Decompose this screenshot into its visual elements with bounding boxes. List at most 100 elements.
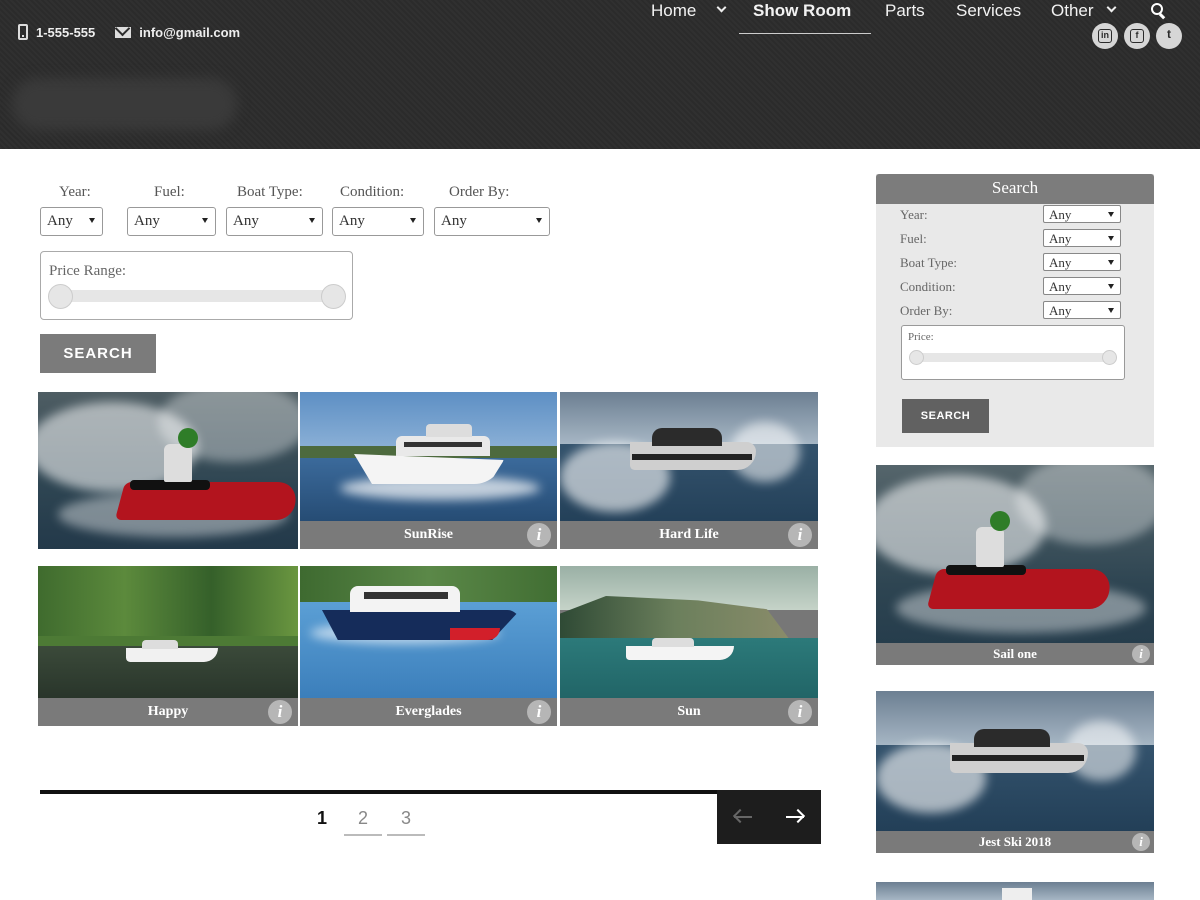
prev-page-button[interactable]	[717, 790, 769, 844]
page-1[interactable]: 1	[303, 808, 341, 834]
sidebar-fuel-label: Fuel:	[900, 231, 927, 246]
boat-photo	[876, 465, 1154, 665]
condition-select[interactable]: Any	[332, 207, 424, 236]
nav-label: Show Room	[753, 1, 852, 20]
chevron-down-icon	[1106, 2, 1116, 13]
sidebar-search-button[interactable]: SEARCH	[902, 399, 989, 433]
fuel-select[interactable]: Any	[127, 207, 216, 236]
featured-boat-card[interactable]	[876, 882, 1154, 900]
nav-item-show-room[interactable]: Show Room	[739, 0, 871, 34]
dropdown-arrow-icon	[202, 218, 208, 223]
info-icon[interactable]: i	[1132, 645, 1150, 663]
order-by-select[interactable]: Any	[434, 207, 550, 236]
boat-card[interactable]: Happy i	[38, 566, 298, 726]
price-min-handle[interactable]	[48, 284, 73, 309]
price-max-handle[interactable]	[321, 284, 346, 309]
nav-label: Parts	[885, 1, 925, 20]
boat-type-select[interactable]: Any	[226, 207, 323, 236]
page-2[interactable]: 2	[344, 808, 382, 836]
info-icon[interactable]: i	[268, 700, 292, 724]
facebook-icon[interactable]: f	[1124, 23, 1150, 49]
boat-name: Happy	[147, 704, 189, 719]
boat-name: Sun	[677, 704, 701, 719]
mail-icon	[115, 26, 132, 38]
sidebar-price-box: Price:	[901, 325, 1125, 380]
sidebar-order-by-label: Order By:	[900, 303, 953, 318]
nav-item-home[interactable]: Home	[651, 0, 727, 34]
select-value: Any	[134, 213, 160, 229]
boat-card[interactable]: Sun i	[560, 566, 818, 726]
info-icon[interactable]: i	[788, 700, 812, 724]
boat-card[interactable]: Hard Life i	[560, 392, 818, 549]
price-range-box: Price Range:	[40, 251, 353, 320]
next-page-button[interactable]	[769, 790, 821, 844]
site-logo[interactable]	[12, 78, 237, 130]
boat-name: Everglades	[395, 704, 462, 719]
sidebar-condition-select[interactable]: Any	[1043, 277, 1121, 295]
sidebar-title: Search	[876, 174, 1154, 204]
nav-item-other[interactable]: Other	[1051, 0, 1116, 34]
nav-label: Home	[651, 1, 697, 20]
search-button[interactable]: SEARCH	[40, 334, 156, 373]
contact-email[interactable]: info@gmail.com	[139, 25, 240, 40]
sidebar-price-label: Price:	[908, 331, 934, 343]
contact-bar: 1-555-555 info@gmail.com	[18, 24, 240, 40]
dropdown-arrow-icon	[309, 218, 315, 223]
twitter-icon[interactable]: t	[1156, 23, 1182, 49]
info-icon[interactable]: i	[527, 700, 551, 724]
boat-name: Hard Life	[659, 527, 719, 542]
boat-photo	[1002, 888, 1032, 900]
nav-item-services[interactable]: Services	[956, 0, 1021, 34]
featured-boat-card[interactable]: Sail one i	[876, 465, 1154, 665]
price-range-track[interactable]	[59, 290, 335, 302]
pagination-divider	[40, 790, 820, 794]
boat-card[interactable]	[38, 392, 298, 549]
boat-caption: Everglades	[300, 698, 557, 726]
dropdown-arrow-icon	[410, 218, 416, 223]
dropdown-arrow-icon	[89, 218, 95, 223]
boat-caption: Sail one	[876, 643, 1154, 665]
boat-card[interactable]: Everglades i	[300, 566, 557, 726]
select-value: Any	[233, 213, 259, 229]
boat-photo	[876, 691, 1154, 853]
site-header: 1-555-555 info@gmail.com in f t Home Sho…	[0, 0, 1200, 149]
condition-label: Condition:	[340, 184, 405, 200]
boat-photo	[38, 392, 298, 549]
boat-type-label: Boat Type:	[237, 184, 303, 200]
boat-caption: Happy	[38, 698, 298, 726]
nav-item-parts[interactable]: Parts	[885, 0, 925, 34]
sidebar-year-select[interactable]: Any	[1043, 205, 1121, 223]
contact-phone[interactable]: 1-555-555	[36, 25, 95, 40]
sidebar-price-max-handle[interactable]	[1102, 350, 1117, 365]
sidebar-year-label: Year:	[900, 207, 928, 222]
info-icon[interactable]: i	[788, 523, 812, 547]
order-by-label: Order By:	[449, 184, 510, 200]
select-value: Any	[441, 213, 467, 229]
sidebar-price-track[interactable]	[912, 353, 1114, 362]
boat-caption: SunRise	[300, 521, 557, 549]
search-icon[interactable]	[1151, 3, 1167, 20]
page-3[interactable]: 3	[387, 808, 425, 836]
sidebar-order-by-select[interactable]: Any	[1043, 301, 1121, 319]
sidebar-condition-label: Condition:	[900, 279, 956, 294]
boat-card[interactable]: SunRise i	[300, 392, 557, 549]
sidebar-boat-type-select[interactable]: Any	[1043, 253, 1121, 271]
featured-boat-card[interactable]: Jest Ski 2018 i	[876, 691, 1154, 853]
boat-name: Sail one	[993, 646, 1037, 661]
select-value: Any	[47, 213, 73, 229]
sidebar-price-min-handle[interactable]	[909, 350, 924, 365]
boat-name: Jest Ski 2018	[978, 834, 1052, 849]
boat-caption: Jest Ski 2018	[876, 831, 1154, 853]
fuel-label: Fuel:	[154, 184, 185, 200]
info-icon[interactable]: i	[1132, 833, 1150, 851]
year-select[interactable]: Any	[40, 207, 103, 236]
chevron-down-icon	[716, 2, 727, 13]
info-icon[interactable]: i	[527, 523, 551, 547]
phone-icon	[18, 24, 28, 40]
year-label: Year:	[59, 184, 91, 200]
sidebar-boat-type-label: Boat Type:	[900, 255, 957, 270]
nav-label: Other	[1051, 1, 1094, 20]
boat-caption: Sun	[560, 698, 818, 726]
sidebar-fuel-select[interactable]: Any	[1043, 229, 1121, 247]
boat-name: SunRise	[403, 527, 454, 542]
